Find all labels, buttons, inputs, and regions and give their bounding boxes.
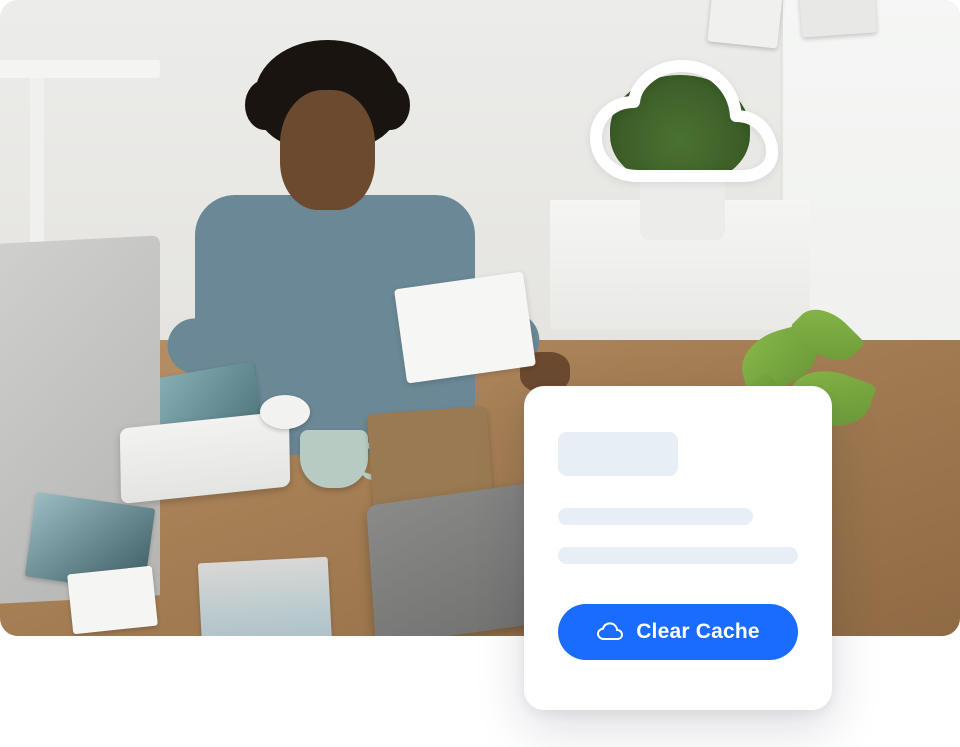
clear-cache-label: Clear Cache [636, 620, 760, 644]
clear-cache-button[interactable]: Clear Cache [558, 604, 798, 660]
skeleton-title [558, 432, 678, 476]
clear-cache-card: Clear Cache [524, 386, 832, 710]
cloud-icon [596, 622, 624, 642]
skeleton-line [558, 547, 798, 564]
skeleton-line [558, 508, 753, 525]
